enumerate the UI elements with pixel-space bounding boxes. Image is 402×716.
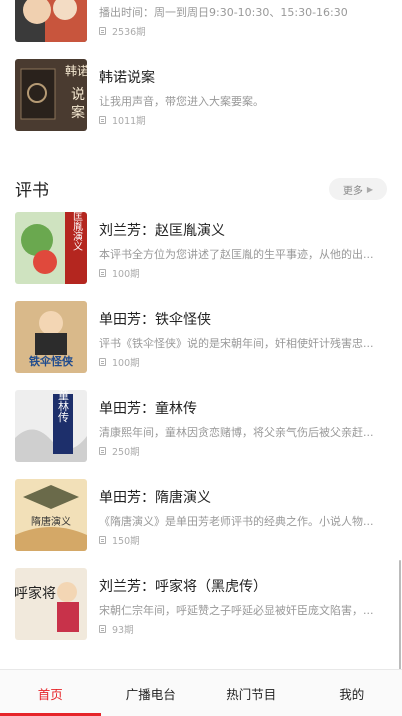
episode-count: 1011期 xyxy=(99,113,146,127)
episode-icon xyxy=(99,27,106,35)
episode-count: 100期 xyxy=(99,355,140,369)
tab-hot-programs[interactable]: 热门节目 xyxy=(201,670,302,716)
episode-icon xyxy=(99,447,106,455)
tab-radio[interactable]: 广播电台 xyxy=(101,670,202,716)
program-title: 单田芳：童林传 xyxy=(99,401,197,417)
cover-title: 赵匡胤演义 xyxy=(71,212,83,251)
program-cover: 铁伞怪侠 xyxy=(15,301,87,373)
episode-count: 150期 xyxy=(99,533,140,547)
cover-title: 铁伞怪侠 xyxy=(29,354,74,368)
cover-title: 童林传 xyxy=(57,390,70,423)
episode-icon xyxy=(99,358,106,366)
program-desc: 宋朝仁宗年间，呼延赞之子呼延必显被奸臣庞文陷害，... xyxy=(99,604,374,617)
episode-icon xyxy=(99,625,106,633)
program-schedule: 播出时间：周一到周日9:30-10:30、15:30-16:30 xyxy=(99,6,348,19)
program-cover: 童林传 xyxy=(15,390,87,462)
program-item[interactable]: 隋唐演义 单田芳：隋唐演义 《隋唐演义》是单田芳老师评书的经典之作。小说人物..… xyxy=(15,479,395,551)
program-cover: 隋唐演义 xyxy=(15,479,87,551)
episode-icon xyxy=(99,269,106,277)
program-title: 韩诺说案 xyxy=(99,70,155,86)
program-title: 单田芳：铁伞怪侠 xyxy=(99,312,211,328)
episode-count: 100期 xyxy=(99,266,140,280)
section-title: 评书 xyxy=(15,181,49,201)
program-desc: 本评书全方位为您讲述了赵匡胤的生平事迹，从他的出... xyxy=(99,248,374,261)
cover-title: 呼家将 xyxy=(15,585,56,602)
program-desc: 让我用声音，带您进入大案要案。 xyxy=(99,95,264,108)
program-item[interactable]: 播出时间：周一到周日9:30-10:30、15:30-16:30 2536期 xyxy=(15,0,395,42)
program-item[interactable]: 赵匡胤演义 刘兰芳：赵匡胤演义 本评书全方位为您讲述了赵匡胤的生平事迹，从他的出… xyxy=(15,212,395,284)
program-title: 刘兰芳：赵匡胤演义 xyxy=(99,223,225,239)
program-item[interactable]: 童林传 单田芳：童林传 清康熙年间，童林因贪恋赌博，将父亲气伤后被父亲赶... … xyxy=(15,390,395,462)
more-button[interactable]: 更多 ▶ xyxy=(329,178,387,200)
episode-icon xyxy=(99,536,106,544)
chevron-right-icon: ▶ xyxy=(366,184,374,194)
program-cover: 赵匡胤演义 xyxy=(15,212,87,284)
tab-mine[interactable]: 我的 xyxy=(302,670,402,716)
program-item[interactable]: 呼家将 刘兰芳：呼家将（黑虎传） 宋朝仁宗年间，呼延赞之子呼延必显被奸臣庞文陷害… xyxy=(15,568,395,640)
scrollbar[interactable] xyxy=(399,560,401,670)
episode-count: 2536期 xyxy=(99,24,146,38)
program-title: 刘兰芳：呼家将（黑虎传） xyxy=(99,579,267,595)
episode-icon xyxy=(99,116,106,124)
program-cover: 呼家将 xyxy=(15,568,87,640)
episode-count: 93期 xyxy=(99,622,134,636)
program-cover xyxy=(15,0,87,42)
cover-title: 韩诺 xyxy=(65,63,87,78)
program-desc: 《隋唐演义》是单田芳老师评书的经典之作。小说人物... xyxy=(99,515,374,528)
program-title: 单田芳：隋唐演义 xyxy=(99,490,211,506)
program-item[interactable]: 铁伞怪侠 单田芳：铁伞怪侠 评书《铁伞怪侠》说的是宋朝年间，奸相使奸计残害忠..… xyxy=(15,301,395,373)
cover-title: 隋唐演义 xyxy=(31,515,71,528)
tab-home[interactable]: 首页 xyxy=(0,670,101,716)
program-desc: 评书《铁伞怪侠》说的是宋朝年间，奸相使奸计残害忠... xyxy=(99,337,374,350)
bottom-tab-bar: 首页 广播电台 热门节目 我的 xyxy=(0,669,402,716)
program-cover: 韩诺 说 案 xyxy=(15,59,87,131)
svg-text:说: 说 xyxy=(71,87,85,103)
program-desc: 清康熙年间，童林因贪恋赌博，将父亲气伤后被父亲赶... xyxy=(99,426,374,439)
program-item[interactable]: 韩诺 说 案 韩诺说案 让我用声音，带您进入大案要案。 1011期 xyxy=(15,59,395,131)
svg-text:案: 案 xyxy=(71,104,85,121)
episode-count: 250期 xyxy=(99,444,140,458)
